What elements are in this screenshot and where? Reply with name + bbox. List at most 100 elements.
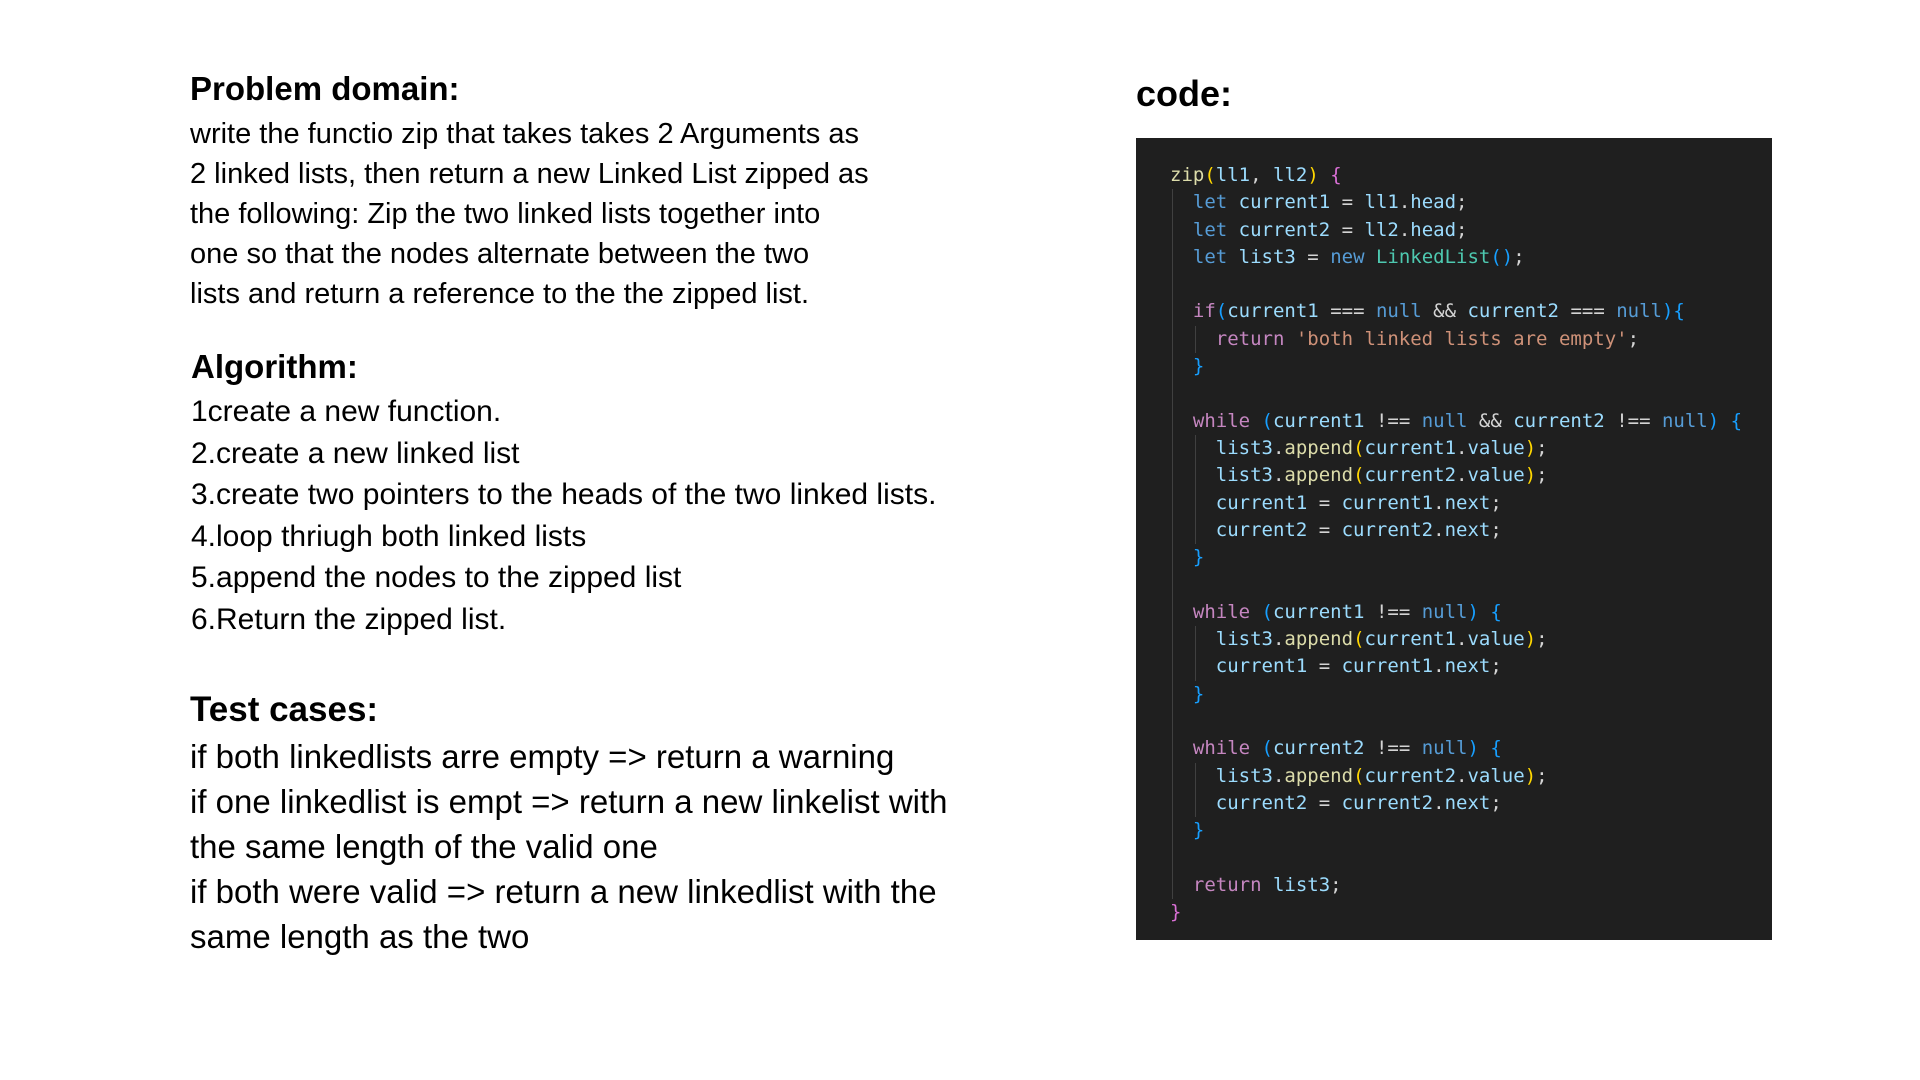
indent-guide (1172, 544, 1173, 572)
problem-line: lists and return a reference to the the … (190, 278, 810, 310)
code-token: next (1444, 518, 1491, 541)
code-token: . (1456, 464, 1468, 487)
code-token: ; (1490, 791, 1502, 814)
code-token: } (1192, 355, 1205, 378)
code-line: current2 = current2.next; (1170, 789, 1742, 818)
code-token: ( (1353, 436, 1365, 459)
code-token: LinkedList (1375, 245, 1491, 268)
code-line: list3.append(current2.value); (1170, 462, 1742, 490)
code-line: list3.append(current2.value); (1170, 762, 1742, 790)
code-line: } (1170, 544, 1742, 572)
code-token: if (1192, 300, 1216, 323)
indent-guide (1172, 653, 1173, 681)
indent-guide (1172, 353, 1173, 381)
code-token: . (1398, 191, 1411, 214)
indent-guide (1194, 489, 1196, 517)
code-token: next (1444, 491, 1491, 514)
code-token: let (1192, 245, 1239, 268)
code-token: = (1295, 245, 1331, 268)
problem-domain-text: write the functio zip that takes takes 2… (190, 114, 869, 314)
code-token: ; (1536, 764, 1548, 787)
code-line: list3.append(current1.value); (1170, 626, 1742, 654)
code-token: ; (1536, 464, 1548, 487)
code-token: current1 (1215, 655, 1308, 678)
code-token: new (1330, 245, 1376, 268)
indent-guide (1194, 516, 1196, 545)
problem-line: the following: Zip the two linked lists … (190, 198, 821, 230)
code-token: . (1272, 436, 1285, 459)
code-token: next (1444, 655, 1491, 678)
code-token: ) { (1467, 737, 1502, 760)
code-token: . (1456, 628, 1468, 651)
code-token: ) (1524, 764, 1537, 787)
indent-guide (1172, 598, 1173, 627)
problem-domain-heading: Problem domain: (190, 70, 460, 107)
test-cases-text: if both linkedlists arre empty => return… (190, 734, 948, 959)
code-token: = (1330, 191, 1365, 214)
code-token: . (1272, 464, 1285, 487)
code-token: append (1284, 628, 1354, 651)
code-screenshot-panel: zip(ll1, ll2) { let current1 = ll1.head;… (1136, 138, 1772, 940)
indent-guide (1172, 434, 1173, 463)
code-token: current2 (1341, 791, 1434, 814)
code-token: let (1192, 191, 1239, 214)
code-token: append (1284, 436, 1354, 459)
code-token: = (1307, 655, 1342, 678)
indent-guide (1172, 298, 1173, 326)
code-token: null (1616, 300, 1662, 323)
code-line: } (1170, 353, 1742, 381)
code-token: return (1192, 873, 1273, 896)
code-line: if(current1 === null && current2 === nul… (1170, 298, 1742, 326)
code-token: current1 (1364, 436, 1457, 459)
test-case-line: if both were valid => return a new linke… (190, 873, 937, 910)
indent-guide (1172, 516, 1173, 545)
code-token: current2 (1341, 518, 1434, 541)
code-token: () (1490, 245, 1514, 268)
code-token: null (1661, 409, 1708, 432)
algorithm-heading: Algorithm: (191, 348, 358, 385)
code-line: return 'both linked lists are empty'; (1170, 325, 1742, 354)
code-token: list3 (1238, 245, 1296, 268)
code-token: ) (1524, 464, 1537, 487)
code-token: ; (1490, 491, 1502, 514)
code-token: ; (1536, 628, 1548, 651)
code-line (1170, 380, 1742, 408)
code-token: while (1192, 737, 1262, 760)
code-token: ){ (1661, 300, 1685, 323)
code-token: while (1192, 600, 1262, 623)
code-token: null (1421, 409, 1468, 432)
code-token: current2 (1272, 737, 1365, 760)
code-token: !== (1364, 409, 1422, 432)
code-line (1170, 271, 1742, 299)
indent-guide (1172, 789, 1173, 818)
algorithm-step: 4.loop thriugh both linked lists (191, 519, 587, 553)
code-token: zip (1170, 164, 1205, 186)
code-token: value (1467, 764, 1525, 787)
code-line: list3.append(current1.value); (1170, 434, 1742, 463)
code-token: ; (1456, 218, 1468, 241)
code-token: !== (1604, 409, 1662, 432)
indent-guide (1172, 189, 1173, 217)
code-line: while (current2 !== null) { (1170, 735, 1742, 763)
code-line: let list3 = new LinkedList(); (1170, 243, 1742, 272)
code-token: current1 (1238, 191, 1331, 214)
code-token: . (1433, 491, 1445, 514)
code-token: . (1433, 791, 1445, 814)
algorithm-step: 6.Return the zipped list. (191, 602, 507, 636)
code-token: append (1284, 764, 1354, 787)
code-token: list3 (1215, 628, 1273, 651)
code-line: while (current1 !== null && current2 !==… (1170, 407, 1742, 435)
code-token: ( (1353, 464, 1365, 487)
